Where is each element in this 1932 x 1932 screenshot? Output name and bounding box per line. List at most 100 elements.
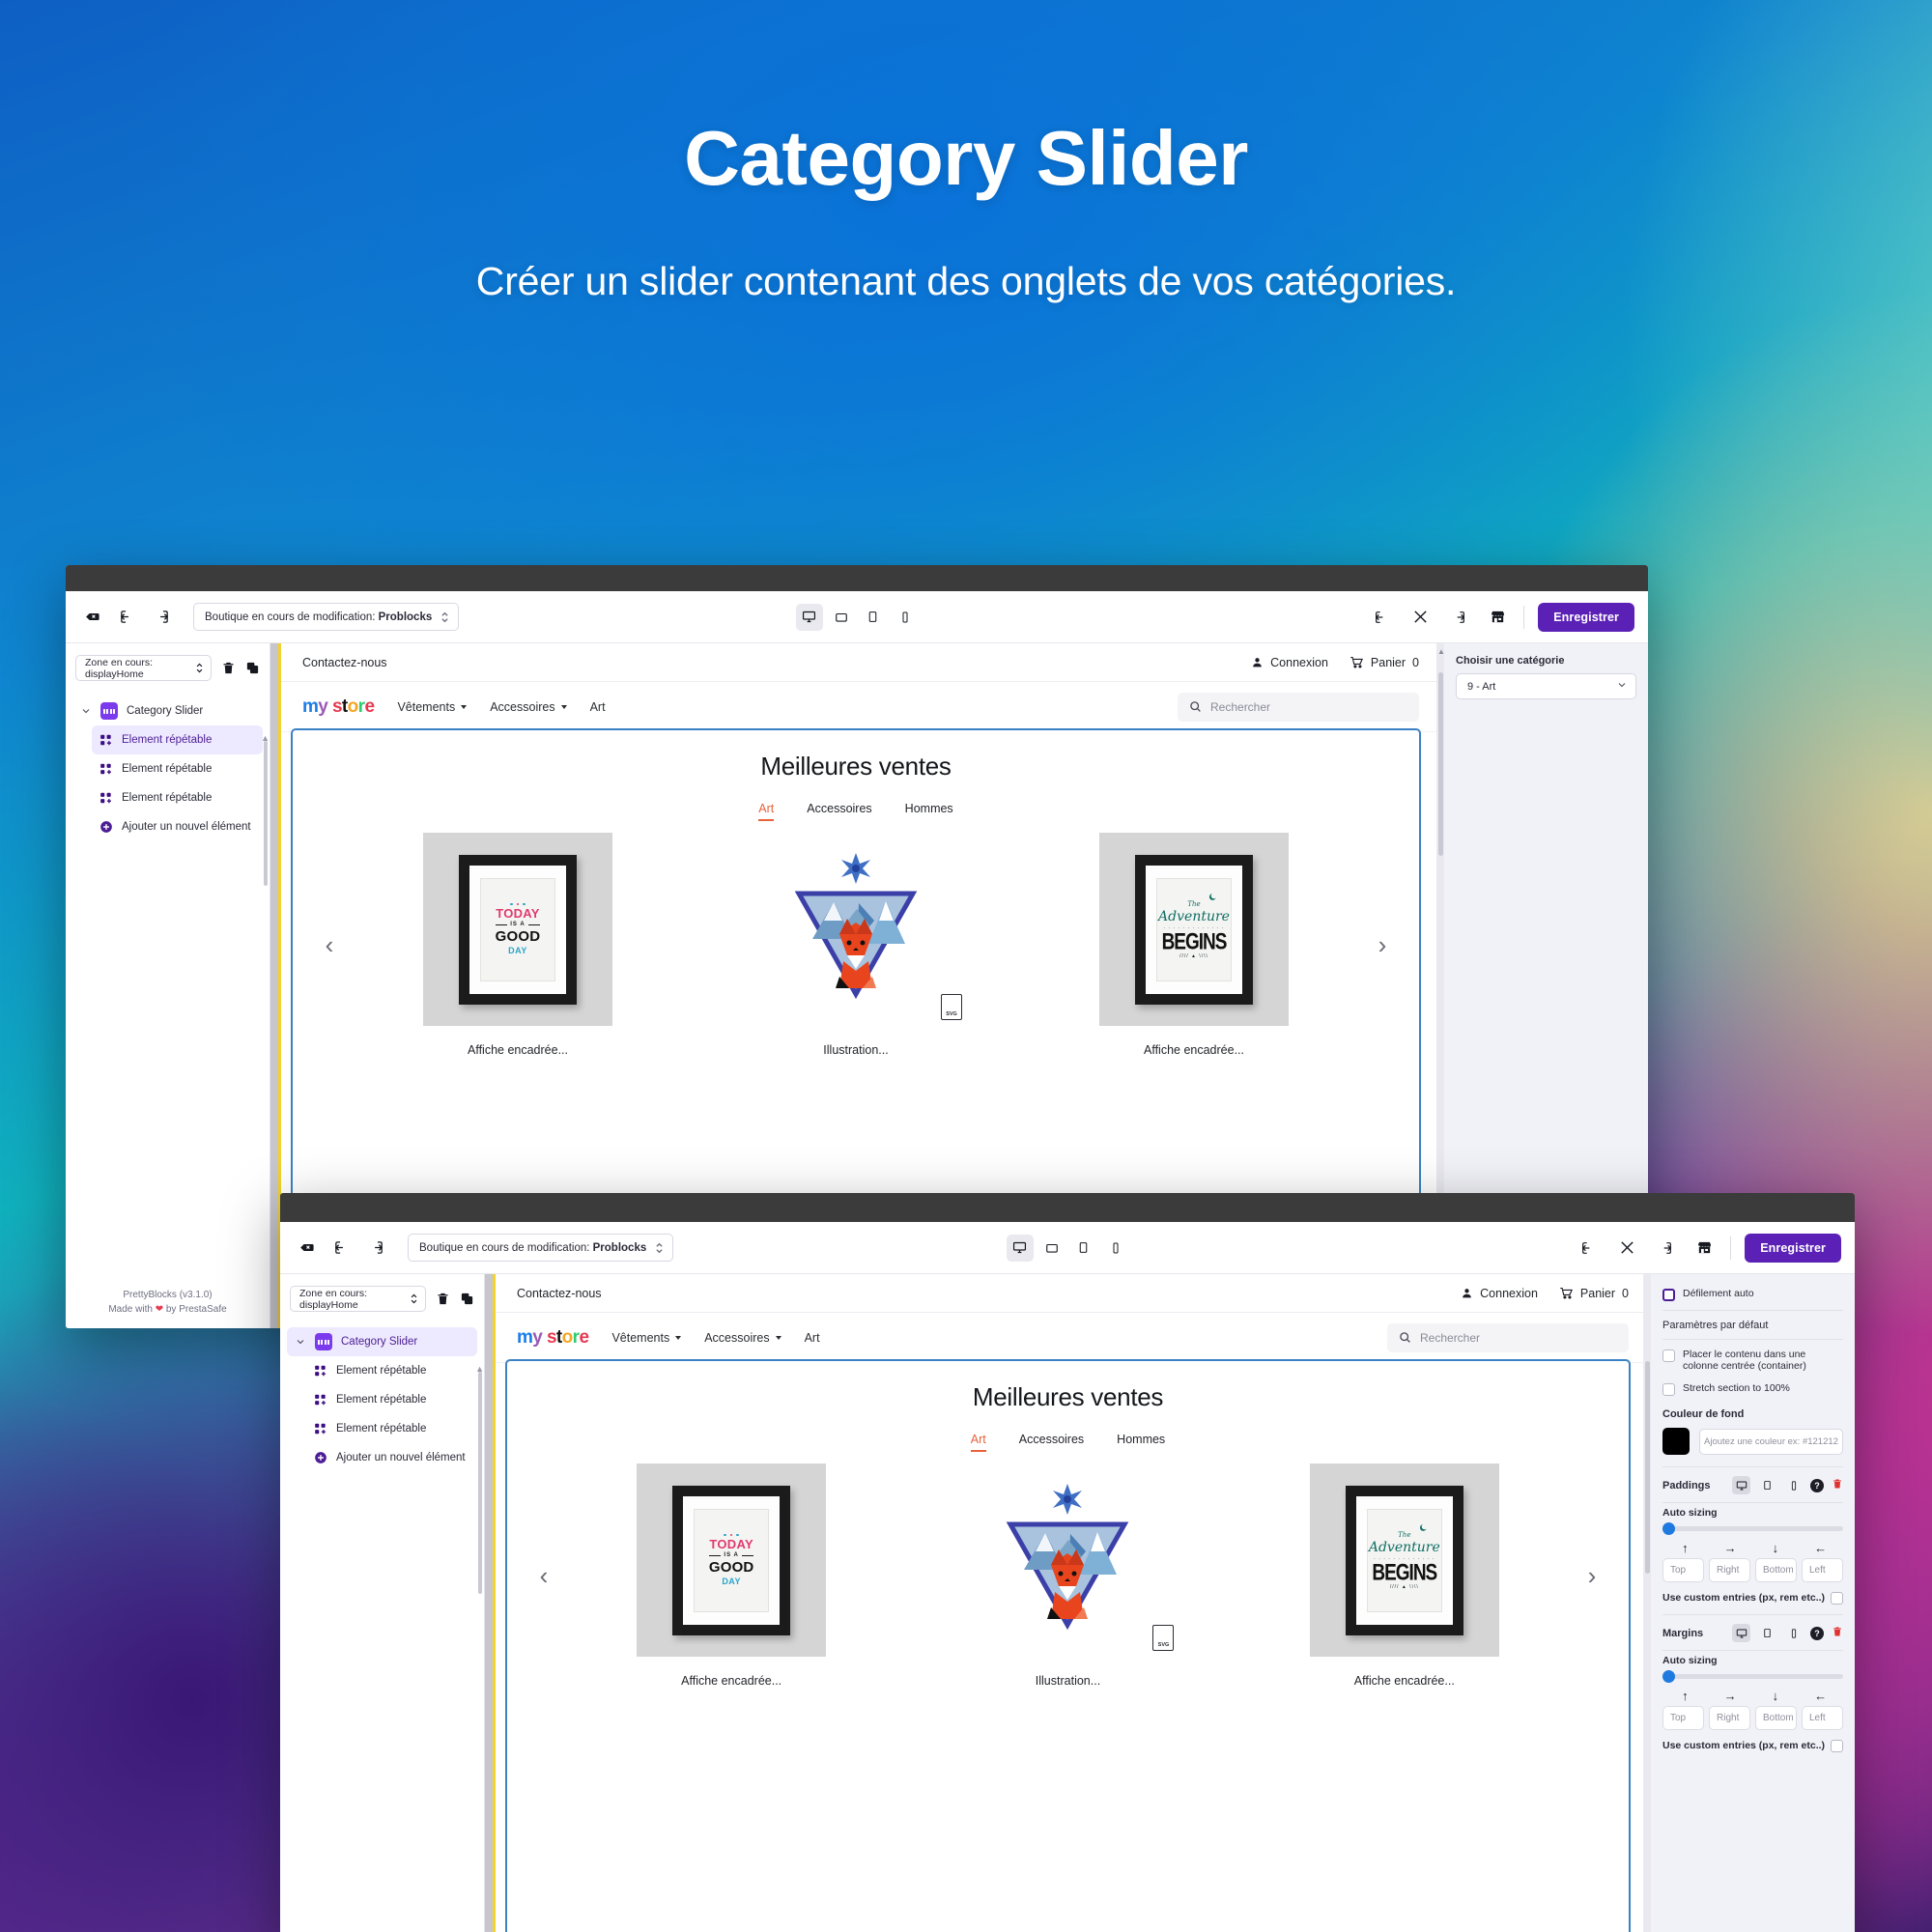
- cart-link[interactable]: Panier 0: [1350, 655, 1419, 669]
- back-tag-icon[interactable]: [79, 605, 104, 630]
- export-icon[interactable]: [1446, 605, 1471, 630]
- nav-item-art[interactable]: Art: [805, 1331, 820, 1345]
- nav-item-accessoires[interactable]: Accessoires: [490, 700, 567, 714]
- product-card[interactable]: SVG Illustration...: [973, 1463, 1175, 1688]
- bgcolor-input[interactable]: Ajoutez une couleur ex: #121212: [1699, 1428, 1843, 1455]
- tree-item-repeatable-1[interactable]: Element répétable: [306, 1356, 477, 1385]
- tools-icon[interactable]: [1614, 1236, 1639, 1261]
- help-icon[interactable]: ?: [1810, 1478, 1824, 1492]
- paddings-custom-row[interactable]: Use custom entries (px, rem etc..): [1662, 1591, 1843, 1605]
- device-tablet-button[interactable]: [1070, 1235, 1097, 1262]
- device-tablet-landscape-button[interactable]: [1038, 1235, 1065, 1262]
- exit-icon[interactable]: [1576, 1236, 1601, 1261]
- margin-tablet-button[interactable]: [1758, 1624, 1776, 1642]
- sidebar-scrollbar[interactable]: [264, 741, 268, 1231]
- login-link[interactable]: Connexion: [1461, 1287, 1538, 1300]
- reset-paddings-button[interactable]: [1832, 1477, 1843, 1494]
- padding-bottom-input[interactable]: Bottom: [1755, 1558, 1797, 1582]
- duplicate-zone-button[interactable]: [460, 1292, 474, 1306]
- nav-item-vetements[interactable]: Vêtements: [397, 700, 468, 714]
- chevron-down-icon[interactable]: [80, 705, 92, 717]
- padding-mobile-button[interactable]: [1784, 1476, 1803, 1494]
- carousel-next-button[interactable]: ›: [1573, 1561, 1611, 1591]
- product-card[interactable]: TODAY IS A GOOD DAY Affiche encadrée...: [423, 833, 612, 1057]
- storefront-search[interactable]: Rechercher: [1178, 692, 1419, 722]
- category-tab-accessoires[interactable]: Accessoires: [1019, 1433, 1084, 1452]
- stretch-row[interactable]: Stretch section to 100%: [1662, 1380, 1843, 1405]
- product-card[interactable]: TODAY IS A GOOD DAY Affiche encadrée...: [637, 1463, 827, 1688]
- contact-link[interactable]: Contactez-nous: [302, 656, 387, 669]
- margin-left-input[interactable]: Left: [1802, 1706, 1843, 1730]
- cart-link[interactable]: Panier 0: [1559, 1286, 1629, 1300]
- margins-custom-checkbox[interactable]: [1831, 1740, 1843, 1752]
- tree-item-repeatable-2[interactable]: Element répétable: [92, 754, 263, 783]
- device-tablet-button[interactable]: [860, 604, 887, 631]
- delete-zone-button[interactable]: [436, 1292, 450, 1306]
- device-desktop-button[interactable]: [1006, 1234, 1034, 1262]
- nav-item-accessoires[interactable]: Accessoires: [704, 1331, 781, 1345]
- stretch-checkbox[interactable]: [1662, 1383, 1675, 1396]
- contact-link[interactable]: Contactez-nous: [517, 1287, 602, 1300]
- help-icon[interactable]: ?: [1810, 1626, 1824, 1640]
- login-right-icon[interactable]: [149, 605, 174, 630]
- reset-margins-button[interactable]: [1832, 1625, 1843, 1642]
- autoscroll-row[interactable]: Défilement auto: [1662, 1286, 1843, 1310]
- margin-top-input[interactable]: Top: [1662, 1706, 1704, 1730]
- category-tab-art[interactable]: Art: [970, 1433, 986, 1452]
- margin-desktop-button[interactable]: [1732, 1624, 1750, 1642]
- padding-left-input[interactable]: Left: [1802, 1558, 1843, 1582]
- padding-tablet-button[interactable]: [1758, 1476, 1776, 1494]
- category-select[interactable]: 9 - Art: [1456, 673, 1636, 699]
- tree-item-category-slider[interactable]: Category Slider: [72, 696, 263, 725]
- save-button[interactable]: Enregistrer: [1745, 1233, 1841, 1263]
- category-tab-art[interactable]: Art: [758, 802, 775, 821]
- margin-right-input[interactable]: Right: [1709, 1706, 1750, 1730]
- tree-item-add-element[interactable]: Ajouter un nouvel élément: [92, 812, 263, 841]
- carousel-prev-button[interactable]: ‹: [310, 930, 349, 960]
- product-card[interactable]: SVG Illustration...: [761, 833, 962, 1057]
- shop-selector[interactable]: Boutique en cours de modification: Probl…: [193, 603, 460, 631]
- tools-icon[interactable]: [1407, 605, 1433, 630]
- margins-auto-sizing-slider[interactable]: [1662, 1670, 1843, 1683]
- store-logo[interactable]: my store: [517, 1327, 589, 1349]
- tree-item-repeatable-1[interactable]: Element répétable: [92, 725, 263, 754]
- category-tab-hommes[interactable]: Hommes: [1117, 1433, 1165, 1452]
- tree-item-repeatable-3[interactable]: Element répétable: [92, 783, 263, 812]
- category-tab-hommes[interactable]: Hommes: [905, 802, 953, 821]
- panel-scrollbar[interactable]: [1643, 1274, 1651, 1932]
- storefront-search[interactable]: Rechercher: [1387, 1322, 1629, 1352]
- login-right-icon[interactable]: [363, 1236, 388, 1261]
- zone-selector[interactable]: Zone en cours: displayHome: [75, 655, 212, 681]
- device-mobile-button[interactable]: [892, 604, 919, 631]
- back-tag-icon[interactable]: [294, 1236, 319, 1261]
- delete-zone-button[interactable]: [221, 661, 236, 675]
- paddings-auto-sizing-slider[interactable]: [1662, 1522, 1843, 1535]
- tree-item-repeatable-2[interactable]: Element répétable: [306, 1385, 477, 1414]
- duplicate-zone-button[interactable]: [245, 661, 260, 675]
- paddings-custom-checkbox[interactable]: [1831, 1592, 1843, 1605]
- carousel-prev-button[interactable]: ‹: [525, 1561, 563, 1591]
- margins-custom-row[interactable]: Use custom entries (px, rem etc..): [1662, 1739, 1843, 1752]
- nav-item-art[interactable]: Art: [590, 700, 606, 714]
- sidebar-scrollbar[interactable]: [478, 1372, 482, 1901]
- shop-icon[interactable]: [1485, 605, 1510, 630]
- logout-left-icon[interactable]: [114, 605, 139, 630]
- container-row[interactable]: Placer le contenu dans une colonne centr…: [1662, 1340, 1843, 1380]
- device-mobile-button[interactable]: [1102, 1235, 1129, 1262]
- zone-selector[interactable]: Zone en cours: displayHome: [290, 1286, 426, 1312]
- device-desktop-button[interactable]: [795, 603, 823, 631]
- tree-item-category-slider[interactable]: Category Slider: [287, 1327, 477, 1356]
- margin-mobile-button[interactable]: [1784, 1624, 1803, 1642]
- margin-bottom-input[interactable]: Bottom: [1755, 1706, 1797, 1730]
- padding-desktop-button[interactable]: [1732, 1476, 1750, 1494]
- scroll-up-arrow[interactable]: ▲: [1437, 647, 1445, 656]
- tree-item-add-element[interactable]: Ajouter un nouvel élément: [306, 1443, 477, 1472]
- product-card[interactable]: The Adventure · · · · · · · · · · · · · …: [1099, 833, 1289, 1057]
- tree-item-repeatable-3[interactable]: Element répétable: [306, 1414, 477, 1443]
- category-tab-accessoires[interactable]: Accessoires: [807, 802, 871, 821]
- shop-icon[interactable]: [1691, 1236, 1717, 1261]
- bgcolor-swatch[interactable]: [1662, 1428, 1690, 1455]
- chevron-down-icon[interactable]: [295, 1336, 306, 1348]
- autoscroll-checkbox[interactable]: [1662, 1289, 1675, 1301]
- export-icon[interactable]: [1653, 1236, 1678, 1261]
